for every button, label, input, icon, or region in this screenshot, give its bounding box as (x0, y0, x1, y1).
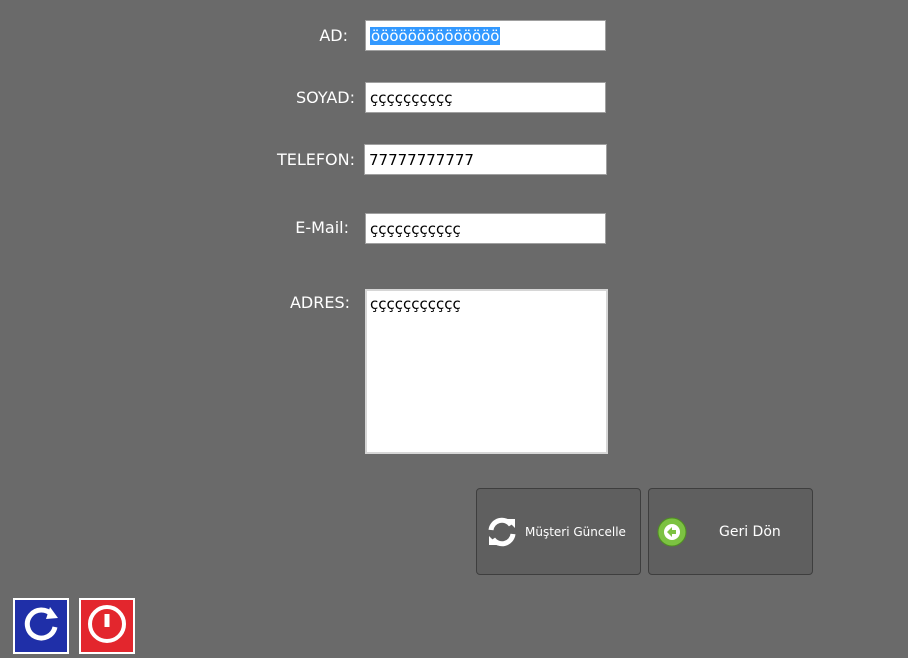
adres-value: ççççççççççç (370, 295, 461, 313)
refresh-icon (20, 603, 62, 649)
refresh-icon (485, 515, 519, 549)
ad-input[interactable]: öööööööööööööö (365, 20, 606, 51)
label-soyad: SOYAD: (295, 88, 355, 107)
back-button[interactable]: Geri Dön (648, 488, 813, 575)
label-telefon: TELEFON: (276, 150, 355, 169)
ad-value: öööööööööööööö (370, 26, 501, 45)
telefon-value: 77777777777 (369, 150, 474, 169)
label-ad: AD: (319, 26, 348, 45)
update-customer-button[interactable]: Müşteri Güncelle (476, 488, 641, 575)
soyad-input[interactable]: çççççççççç (365, 82, 606, 113)
update-customer-label: Müşteri Güncelle (525, 524, 626, 539)
power-icon (86, 603, 128, 649)
email-value: ççççççççççç (370, 219, 461, 238)
label-email: E-Mail: (295, 218, 349, 237)
back-label: Geri Dön (719, 523, 781, 540)
arrow-left-circle-icon (657, 517, 687, 547)
power-button[interactable] (79, 598, 135, 654)
adres-textarea[interactable]: ççççççççççç (365, 289, 608, 454)
telefon-input[interactable]: 77777777777 (364, 144, 607, 175)
email-input[interactable]: ççççççççççç (365, 213, 606, 244)
label-adres: ADRES: (289, 293, 350, 312)
refresh-button[interactable] (13, 598, 69, 654)
soyad-value: çççççççççç (370, 88, 453, 107)
